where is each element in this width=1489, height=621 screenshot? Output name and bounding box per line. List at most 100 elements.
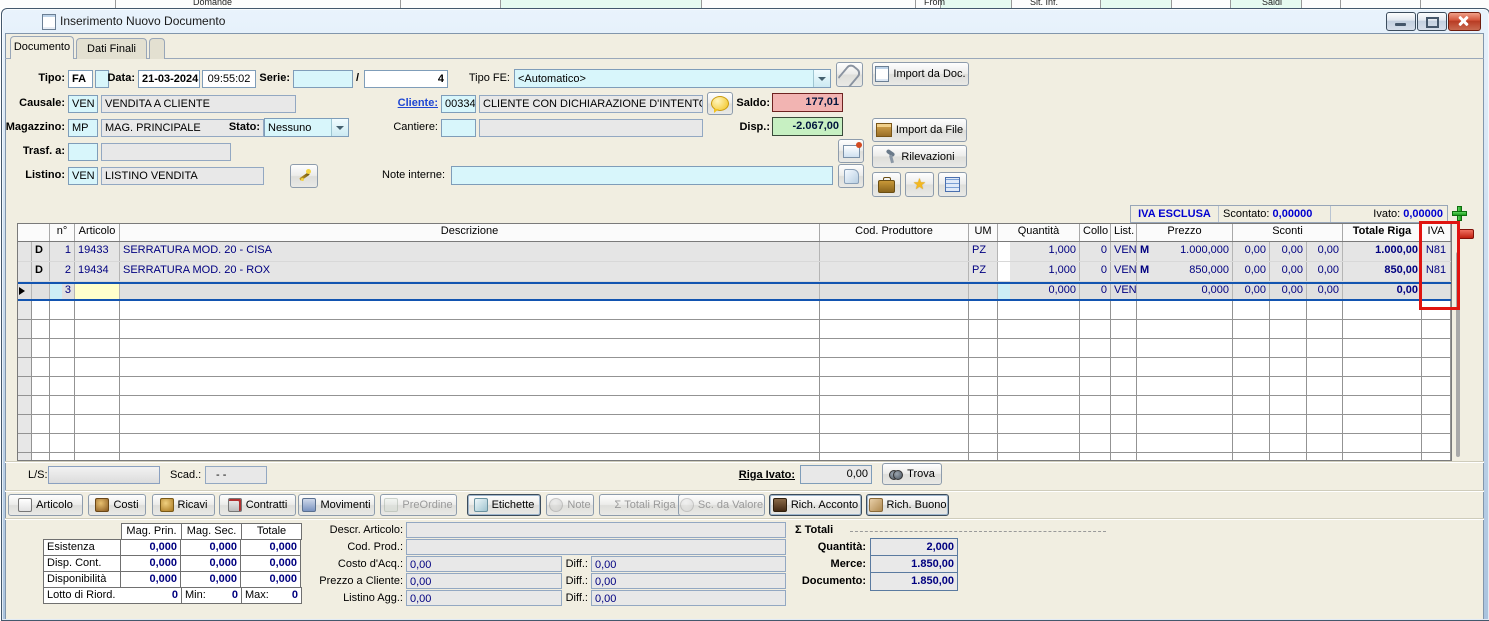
cell-totale[interactable]: 0,00 <box>1343 284 1422 299</box>
cell-n[interactable]: 1 <box>50 242 75 261</box>
cell-n[interactable]: 2 <box>50 262 75 281</box>
toolbar-button-rich-acconto[interactable]: Rich. Acconto <box>769 494 862 516</box>
grid-empty-row[interactable] <box>18 339 1451 358</box>
cell-flag[interactable]: D <box>32 262 50 281</box>
grid-empty-row[interactable] <box>18 396 1451 415</box>
cell-articolo[interactable]: 19433 <box>75 242 120 261</box>
grid-row[interactable]: D219434SERRATURA MOD. 20 - ROX PZ1,0000VE… <box>18 262 1451 282</box>
cell-totale[interactable]: 850,00 <box>1343 262 1422 281</box>
cell-collo[interactable]: 0 <box>1080 242 1111 261</box>
cell-sc2[interactable]: 0,00 <box>1270 262 1307 281</box>
grid-current-row[interactable]: 30,0000VEN0,0000,000,000,000,00 <box>18 282 1451 301</box>
toolbar-button-ricavi[interactable]: Ricavi <box>152 494 215 516</box>
grid-empty-row[interactable] <box>18 320 1451 339</box>
magazzino-code-input[interactable]: MP <box>68 119 98 137</box>
tipo-input[interactable]: FA <box>68 70 93 88</box>
cell-sc1[interactable]: 0,00 <box>1233 242 1270 261</box>
grid-empty-row[interactable] <box>18 358 1451 377</box>
tipo-fe-select[interactable]: <Automatico> <box>514 69 831 88</box>
cell-sc3[interactable]: 0,00 <box>1307 262 1343 281</box>
cell-quantita[interactable]: 1,000 <box>998 262 1080 281</box>
cell-articolo[interactable] <box>75 284 120 299</box>
tab-dati-finali[interactable]: Dati Finali <box>76 38 147 59</box>
cell-cod_produttore[interactable] <box>820 242 969 261</box>
time-input[interactable]: 09:55:02 <box>202 70 256 88</box>
cell-sc3[interactable]: 0,00 <box>1307 242 1343 261</box>
toolbar-button-etichette[interactable]: Etichette <box>467 494 541 516</box>
toolbar-button-movimenti[interactable]: Movimenti <box>298 494 375 516</box>
cell-descrizione[interactable]: SERRATURA MOD. 20 - ROX <box>120 262 820 281</box>
cell-list[interactable]: VEN <box>1111 284 1137 299</box>
document-grid[interactable]: n°ArticoloDescrizioneCod. ProduttoreUMQu… <box>17 223 1452 461</box>
cell-quantita[interactable]: 0,000 <box>998 284 1080 299</box>
cell-sel[interactable] <box>18 262 32 281</box>
riga-ivato-link[interactable]: Riga Ivato: <box>715 469 795 481</box>
trova-button[interactable]: Trova <box>882 463 942 485</box>
cell-prezzo[interactable]: M1.000,000 <box>1137 242 1233 261</box>
cell-collo[interactable]: 0 <box>1080 262 1111 281</box>
grid-button[interactable] <box>938 172 967 197</box>
cell-um[interactable] <box>969 284 998 299</box>
toolbar-button-articolo[interactable]: Articolo <box>8 494 83 516</box>
cell-sc1[interactable]: 0,00 <box>1233 284 1270 299</box>
cell-sc3[interactable]: 0,00 <box>1307 284 1343 299</box>
cantiere-code-input[interactable] <box>441 119 476 137</box>
grid-empty-row[interactable] <box>18 434 1451 453</box>
cell-um[interactable]: PZ <box>969 262 998 281</box>
serie-input[interactable] <box>293 70 353 88</box>
cell-n[interactable]: 3 <box>50 284 75 299</box>
briefcase-button[interactable] <box>872 172 901 197</box>
cell-sel[interactable] <box>18 284 32 299</box>
cell-descrizione[interactable]: SERRATURA MOD. 20 - CISA <box>120 242 820 261</box>
cell-prezzo[interactable]: 0,000 <box>1137 284 1233 299</box>
cell-sc2[interactable]: 0,00 <box>1270 284 1307 299</box>
cell-totale[interactable]: 1.000,00 <box>1343 242 1422 261</box>
cell-cod_produttore[interactable] <box>820 262 969 281</box>
cell-articolo[interactable]: 19434 <box>75 262 120 281</box>
causale-code-input[interactable]: VEN <box>68 95 98 113</box>
import-da-file-button[interactable]: Import da File <box>872 118 967 142</box>
cell-prezzo[interactable]: M850,000 <box>1137 262 1233 281</box>
stato-select[interactable]: Nessuno <box>264 118 349 137</box>
cell-sc2[interactable]: 0,00 <box>1270 242 1307 261</box>
wand-button[interactable] <box>290 164 318 188</box>
rilevazioni-button[interactable]: Rilevazioni <box>872 145 967 168</box>
cell-descrizione[interactable] <box>120 284 820 299</box>
toolbar-button-rich-buono[interactable]: Rich. Buono <box>866 494 949 516</box>
grid-empty-row[interactable] <box>18 301 1451 320</box>
star-button[interactable]: ★ <box>905 172 934 197</box>
attach-button[interactable] <box>836 62 863 87</box>
minimize-button[interactable] <box>1386 12 1416 31</box>
cell-um[interactable]: PZ <box>969 242 998 261</box>
close-button[interactable] <box>1448 12 1481 31</box>
cell-flag[interactable]: D <box>32 242 50 261</box>
cell-quantita[interactable]: 1,000 <box>998 242 1080 261</box>
note-interne-input[interactable] <box>451 166 833 185</box>
toolbar-button-contratti[interactable]: Contratti <box>219 494 296 516</box>
data-input[interactable]: 21-03-2024 <box>138 70 200 88</box>
import-da-doc-button[interactable]: Import da Doc. <box>872 62 969 86</box>
cell-sel[interactable] <box>18 242 32 261</box>
cell-list[interactable]: VEN <box>1111 262 1137 281</box>
notes-button[interactable] <box>838 164 864 188</box>
cell-collo[interactable]: 0 <box>1080 284 1111 299</box>
chevron-down-icon[interactable] <box>331 119 348 136</box>
grid-empty-row[interactable] <box>18 377 1451 396</box>
mail-button[interactable] <box>838 139 864 163</box>
listino-code-input[interactable]: VEN <box>68 167 98 185</box>
grid-empty-row[interactable] <box>18 453 1451 461</box>
maximize-button[interactable] <box>1417 12 1447 31</box>
add-row-button[interactable] <box>1452 206 1467 221</box>
toolbar-button-costi[interactable]: Costi <box>88 494 146 516</box>
grid-row[interactable]: D119433SERRATURA MOD. 20 - CISA PZ1,0000V… <box>18 242 1451 262</box>
cliente-link[interactable]: Cliente: <box>384 97 438 109</box>
cell-flag[interactable] <box>32 284 50 299</box>
chevron-down-icon[interactable] <box>813 70 830 87</box>
cell-list[interactable]: VEN <box>1111 242 1137 261</box>
tab-documento[interactable]: Documento <box>10 36 74 59</box>
cell-sc1[interactable]: 0,00 <box>1233 262 1270 281</box>
numero-input[interactable]: 4 <box>364 70 448 88</box>
cliente-code-input[interactable]: 00334 <box>441 95 476 113</box>
cell-cod_produttore[interactable] <box>820 284 969 299</box>
trasf-code-input[interactable] <box>68 143 98 161</box>
